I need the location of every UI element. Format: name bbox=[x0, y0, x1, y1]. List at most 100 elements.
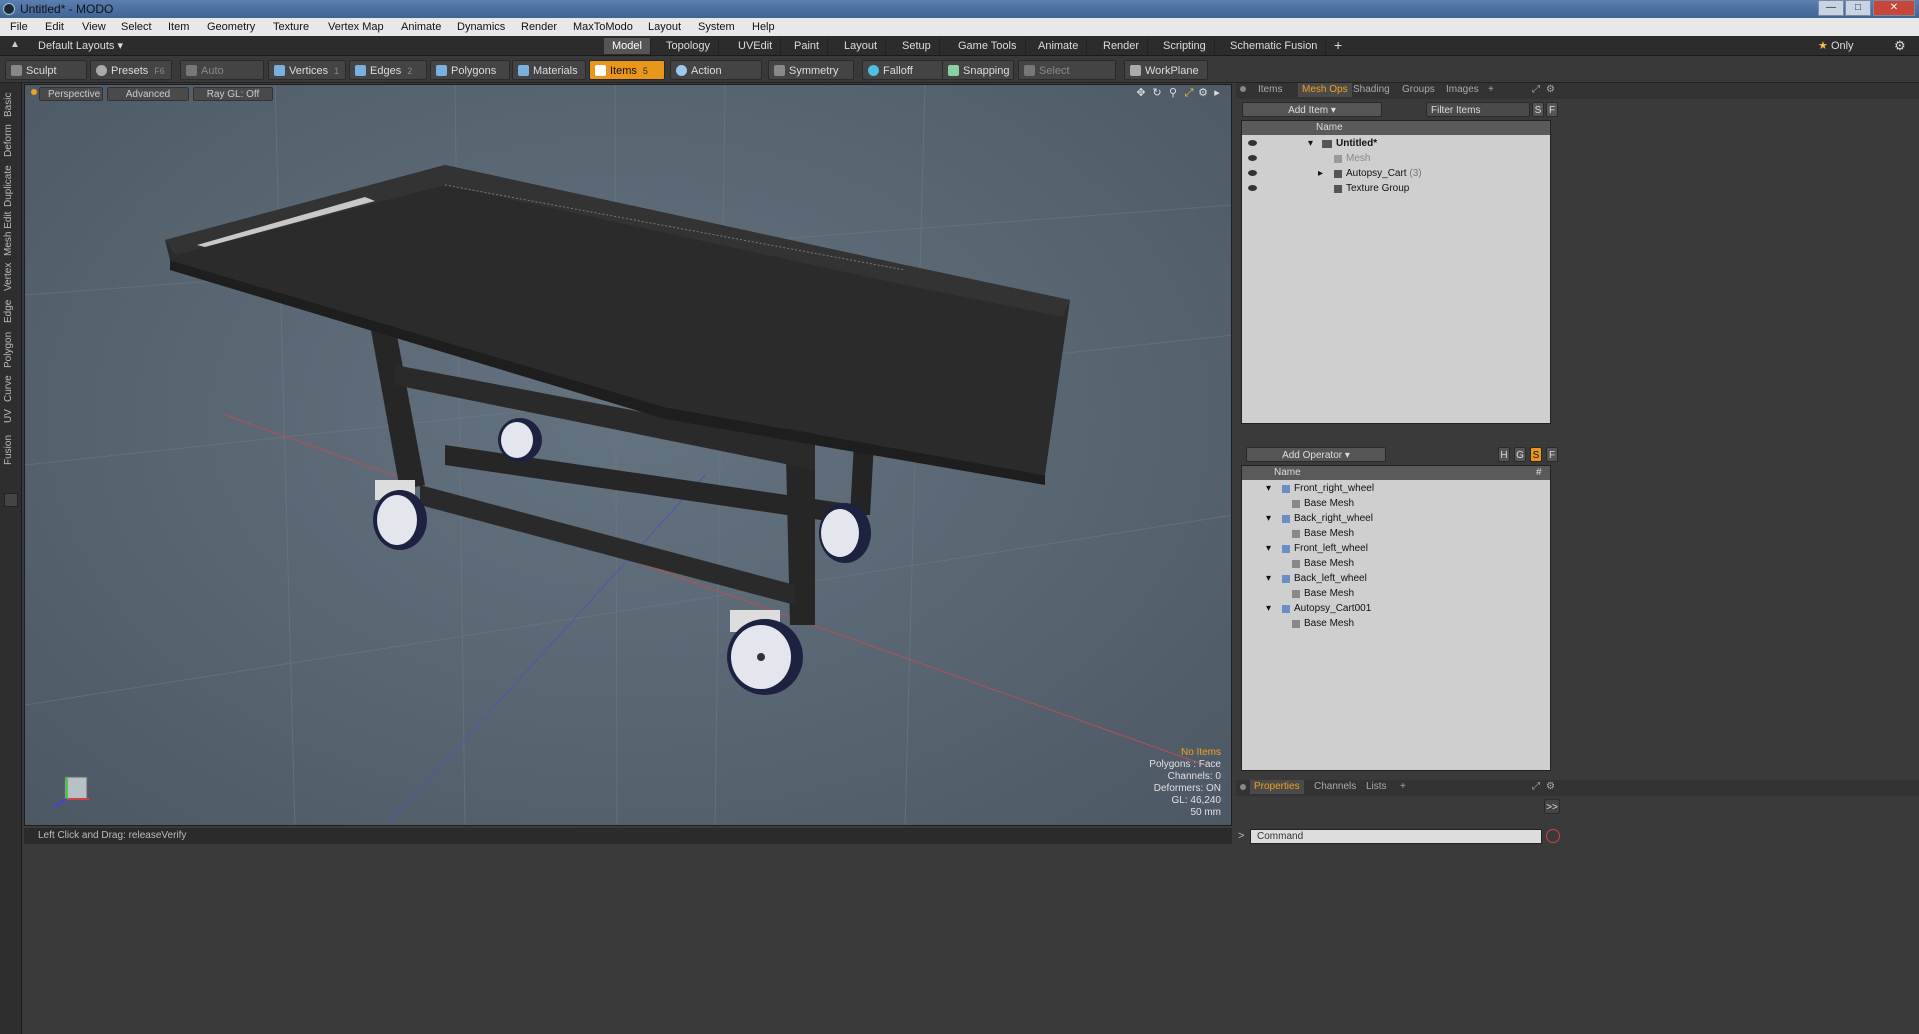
panel-expand-icon[interactable]: ⤢ bbox=[1532, 83, 1540, 97]
polygons-button[interactable]: Polygons bbox=[430, 60, 510, 80]
tab-animate[interactable]: Animate bbox=[1030, 38, 1088, 54]
tab-deform[interactable]: Deform bbox=[3, 123, 19, 159]
zoom-icon[interactable]: ⚲ bbox=[1167, 87, 1179, 99]
tab-mesh-edit[interactable]: Mesh Edit bbox=[3, 211, 19, 257]
tab-images[interactable]: Images bbox=[1446, 83, 1479, 97]
auto-select-button[interactable]: Auto Select bbox=[180, 60, 264, 97]
tab-layout[interactable]: Layout bbox=[836, 38, 887, 54]
expand-arrow-icon[interactable]: ▾ bbox=[1266, 511, 1271, 526]
add-tab-icon[interactable]: + bbox=[1334, 37, 1342, 53]
view-mode-dropdown[interactable]: Perspective bbox=[39, 87, 103, 101]
tab-game-tools[interactable]: Game Tools bbox=[950, 38, 1026, 54]
operator-row[interactable]: ▾ Autopsy_Cart001 bbox=[1242, 601, 1550, 616]
item-row-autopsy-cart[interactable]: ▸ Autopsy_Cart (3) bbox=[1242, 166, 1550, 181]
viewport-expand-icon[interactable]: ▸ bbox=[1211, 87, 1223, 99]
operator-row[interactable]: Base Mesh bbox=[1242, 616, 1550, 631]
panel-menu-dot[interactable] bbox=[1240, 784, 1246, 790]
tab-model[interactable]: Model bbox=[604, 38, 651, 54]
menu-view[interactable]: View bbox=[82, 21, 106, 33]
tab-paint[interactable]: Paint bbox=[786, 38, 829, 54]
expand-arrow-icon[interactable]: ▾ bbox=[1266, 481, 1271, 496]
workplane-button[interactable]: WorkPlane bbox=[1124, 60, 1208, 80]
visibility-eye-icon[interactable] bbox=[1248, 185, 1257, 191]
tab-render[interactable]: Render bbox=[1095, 38, 1149, 54]
tab-duplicate[interactable]: Duplicate bbox=[3, 163, 19, 209]
panel-expand-icon[interactable]: ⤢ bbox=[1532, 780, 1540, 794]
operator-row[interactable]: Base Mesh bbox=[1242, 556, 1550, 571]
item-row-mesh[interactable]: Mesh bbox=[1242, 151, 1550, 166]
minimize-button[interactable]: — bbox=[1818, 0, 1844, 16]
operator-row[interactable]: ▾ Back_right_wheel bbox=[1242, 511, 1550, 526]
filter-f-button[interactable]: F bbox=[1546, 102, 1558, 117]
sculpt-button[interactable]: Sculpt bbox=[5, 60, 87, 80]
tab-scripting[interactable]: Scripting bbox=[1155, 38, 1215, 54]
symmetry-button[interactable]: Symmetry bbox=[768, 60, 854, 80]
tab-mesh-ops[interactable]: Mesh Ops bbox=[1298, 83, 1352, 97]
operator-row[interactable]: Base Mesh bbox=[1242, 496, 1550, 511]
tab-channels[interactable]: Channels bbox=[1314, 780, 1356, 794]
layout-menu-icon[interactable]: ▲ bbox=[10, 39, 20, 50]
filter-h-button[interactable]: H bbox=[1498, 447, 1510, 462]
tab-shading[interactable]: Shading bbox=[1353, 83, 1390, 97]
tab-properties[interactable]: Properties bbox=[1250, 780, 1304, 794]
action-center-button[interactable]: Action Center bbox=[670, 60, 762, 97]
menu-edit[interactable]: Edit bbox=[45, 21, 64, 33]
operator-row[interactable]: ▾ Front_right_wheel bbox=[1242, 481, 1550, 496]
tab-polygon[interactable]: Polygon bbox=[3, 329, 19, 371]
filter-s-button[interactable]: S bbox=[1532, 102, 1544, 117]
add-tab-icon[interactable]: + bbox=[1400, 780, 1406, 794]
raygl-dropdown[interactable]: Ray GL: Off bbox=[193, 87, 273, 101]
tab-basic[interactable]: Basic bbox=[3, 89, 19, 121]
tab-lists[interactable]: Lists bbox=[1366, 780, 1387, 794]
visibility-eye-icon[interactable] bbox=[1248, 140, 1257, 146]
menu-file[interactable]: File bbox=[10, 21, 28, 33]
panel-gear-icon[interactable]: ⚙ bbox=[1546, 780, 1555, 794]
add-item-dropdown[interactable]: Add Item ▾ bbox=[1242, 102, 1382, 117]
filter-items-field[interactable]: Filter Items bbox=[1426, 102, 1530, 117]
tab-uv[interactable]: UV bbox=[3, 407, 19, 425]
layout-preset-dropdown[interactable]: Default Layouts ▾ bbox=[38, 39, 123, 52]
presets-button[interactable]: Presets F6 bbox=[90, 60, 172, 80]
viewport-menu-dot[interactable] bbox=[31, 89, 37, 95]
visibility-eye-icon[interactable] bbox=[1248, 155, 1257, 161]
tab-vertex[interactable]: Vertex bbox=[3, 259, 19, 295]
expand-arrow-icon[interactable]: ▾ bbox=[1266, 601, 1271, 616]
items-button[interactable]: Items 5 bbox=[589, 60, 665, 80]
filter-f-button[interactable]: F bbox=[1546, 447, 1558, 462]
vertices-button[interactable]: Vertices 1 bbox=[268, 60, 346, 80]
tab-setup[interactable]: Setup bbox=[894, 38, 940, 54]
menu-texture[interactable]: Texture bbox=[273, 21, 309, 33]
item-row-scene[interactable]: ▾ Untitled* bbox=[1242, 136, 1550, 151]
visibility-eye-icon[interactable] bbox=[1248, 170, 1257, 176]
menu-select[interactable]: Select bbox=[121, 21, 152, 33]
tab-topology[interactable]: Topology bbox=[658, 38, 720, 54]
command-input[interactable]: Command bbox=[1250, 829, 1542, 844]
add-operator-dropdown[interactable]: Add Operator ▾ bbox=[1246, 447, 1386, 462]
filter-g-button[interactable]: G bbox=[1514, 447, 1526, 462]
materials-button[interactable]: Materials bbox=[512, 60, 586, 80]
strip-toggle-button[interactable] bbox=[4, 493, 18, 507]
item-row-texture-group[interactable]: Texture Group bbox=[1242, 181, 1550, 196]
menu-geometry[interactable]: Geometry bbox=[207, 21, 255, 33]
tab-items[interactable]: Items bbox=[1258, 83, 1282, 97]
tab-fusion[interactable]: Fusion bbox=[3, 433, 19, 467]
tab-groups[interactable]: Groups bbox=[1402, 83, 1435, 97]
gear-icon[interactable]: ⚙ bbox=[1894, 38, 1906, 54]
tab-uvedit[interactable]: UVEdit bbox=[730, 38, 782, 54]
advanced-dropdown[interactable]: Advanced bbox=[107, 87, 189, 101]
fit-icon[interactable]: ⤢ bbox=[1183, 87, 1195, 99]
tab-edge[interactable]: Edge bbox=[3, 297, 19, 325]
menu-render[interactable]: Render bbox=[521, 21, 557, 33]
expand-properties-button[interactable]: >> bbox=[1544, 799, 1560, 814]
menu-vertex-map[interactable]: Vertex Map bbox=[328, 21, 384, 33]
viewport-settings-icon[interactable]: ⚙ bbox=[1197, 87, 1209, 99]
operator-row[interactable]: Base Mesh bbox=[1242, 586, 1550, 601]
operator-row[interactable]: Base Mesh bbox=[1242, 526, 1550, 541]
menu-system[interactable]: System bbox=[698, 21, 735, 33]
snapping-button[interactable]: Snapping bbox=[942, 60, 1014, 80]
expand-arrow-icon[interactable]: ▾ bbox=[1266, 571, 1271, 586]
close-button[interactable]: ✕ bbox=[1873, 0, 1915, 16]
rotate-icon[interactable]: ↻ bbox=[1151, 87, 1163, 99]
maximize-button[interactable]: □ bbox=[1845, 0, 1871, 16]
expand-arrow-icon[interactable]: ▸ bbox=[1318, 166, 1323, 181]
